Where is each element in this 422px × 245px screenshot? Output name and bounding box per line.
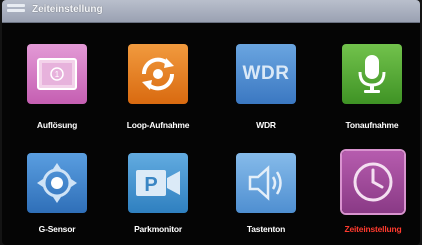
loop-record-label: Loop-Aufnahme — [126, 120, 190, 130]
sound-recording-button[interactable] — [342, 44, 402, 104]
page-title: Zeiteinstellung — [32, 4, 103, 15]
time-setting-label: Zeiteinstellung — [344, 224, 402, 234]
park-monitor-button[interactable]: P — [128, 153, 188, 213]
g-sensor-button[interactable] — [27, 153, 87, 213]
wdr-icon: WDR — [242, 63, 290, 84]
loop-record-button[interactable] — [128, 44, 188, 104]
svg-text:P: P — [144, 174, 157, 196]
menu-icon[interactable] — [7, 4, 25, 18]
key-tone-button[interactable] — [236, 153, 296, 213]
loop-record-icon — [141, 57, 175, 91]
microphone-icon — [358, 55, 386, 93]
clock-icon — [353, 162, 393, 202]
park-camera-icon: P — [136, 170, 180, 196]
title-bar: Zeiteinstellung — [2, 0, 420, 23]
time-setting-button[interactable] — [342, 151, 404, 213]
page-indicator — [197, 240, 227, 245]
key-tone-label: Tastenton — [246, 224, 286, 234]
sound-recording-label: Tonaufnahme — [345, 120, 399, 130]
resolution-button[interactable]: 1 — [27, 44, 87, 104]
g-sensor-label: G-Sensor — [38, 224, 76, 234]
wdr-button[interactable]: WDR — [236, 44, 296, 104]
g-sensor-icon — [37, 163, 77, 203]
device-screen: Zeiteinstellung 1 Auflösung Loop-Aufnahm… — [2, 0, 420, 245]
resolution-label: Auflösung — [36, 120, 78, 130]
park-monitor-label: Parkmonitor — [134, 224, 182, 234]
speaker-icon — [248, 165, 282, 201]
svg-text:1: 1 — [55, 70, 60, 79]
wdr-label: WDR — [256, 120, 276, 130]
resolution-icon: 1 — [37, 58, 77, 90]
